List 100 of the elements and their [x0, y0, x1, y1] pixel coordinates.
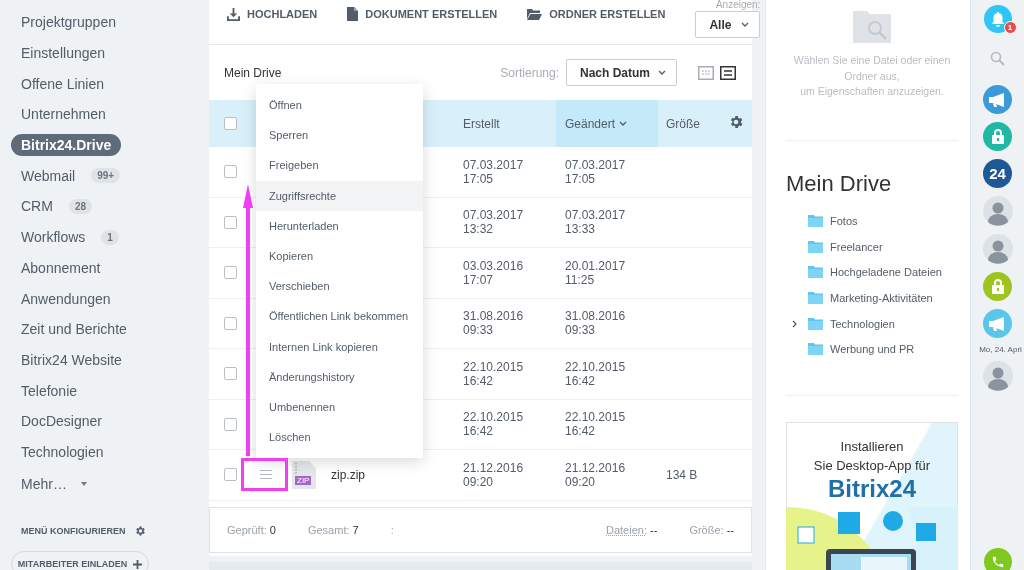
table-cell-text: 22.10.2015 16:42 [462, 359, 525, 388]
caret-icon [741, 22, 750, 27]
sidebar-item[interactable]: Workflows [11, 226, 96, 249]
ad-brand: Bitrix24 [827, 475, 916, 504]
sort-dropdown[interactable]: Nach Datum [566, 59, 677, 86]
expand-icon[interactable] [792, 319, 797, 328]
sidebar-item[interactable]: Einstellungen [11, 42, 116, 65]
menu-item[interactable]: Internen Link kopieren [256, 331, 423, 362]
menu-item[interactable]: Herunterladen [256, 210, 423, 241]
configure-menu-link[interactable]: MENÜ KONFIGURIEREN [21, 526, 126, 537]
menu-item[interactable]: Änderungshistory [256, 361, 423, 392]
sidebar-item[interactable]: DocDesigner [11, 410, 112, 433]
sidebar-item[interactable]: Bitrix24 Website [11, 348, 132, 371]
sidebar-item[interactable]: Unternehmen [11, 103, 116, 126]
summary-text: Geprüft: 0 [227, 523, 276, 536]
search-icon[interactable] [990, 51, 1005, 66]
menu-item[interactable]: Öffentlichen Link bekommen [256, 301, 423, 332]
app-logo[interactable]: 24 [983, 159, 1012, 188]
menu-item[interactable]: Kopieren [256, 240, 423, 272]
table-cell-text: 22.10.2015 16:42 [564, 359, 627, 388]
sidebar-item[interactable]: Abonnement [11, 256, 111, 279]
invite-button[interactable]: MITARBEITER EINLADEN [11, 551, 149, 570]
folder-icon [808, 215, 823, 228]
notifications-button[interactable] [983, 5, 1012, 33]
file-name[interactable]: zip.zip [331, 467, 365, 482]
more-link[interactable]: Mehr… [11, 472, 77, 495]
folder-link[interactable]: Fotos [830, 215, 858, 228]
sidebar-item[interactable]: Bitrix24.Drive [11, 134, 122, 157]
ad-headline: Installieren Sie Desktop-App für [813, 438, 931, 476]
row-checkbox[interactable] [224, 215, 237, 229]
select-all-checkbox[interactable] [224, 117, 237, 130]
ad-banner[interactable]: Installieren Sie Desktop-App für Bitrix24 [786, 422, 958, 570]
folder-link[interactable]: Technologien [830, 317, 895, 330]
menu-item[interactable]: Löschen [256, 422, 423, 453]
folder-link[interactable]: Werbung und PR [830, 343, 915, 356]
sidebar-item[interactable]: Offene Linien [11, 72, 115, 95]
upload-icon [227, 7, 240, 21]
highlight-frame [241, 458, 288, 491]
table-cell-text: 21.12.2016 09:20 [462, 460, 525, 489]
avatar[interactable] [982, 234, 1013, 264]
sidebar-item[interactable]: Projektgruppen [11, 11, 126, 34]
date-label: Mo, 24. Apri [979, 345, 1022, 354]
list-view-icon[interactable] [720, 65, 736, 80]
table-cell-text: 22.10.2015 16:42 [564, 410, 627, 439]
table-cell-text: 22.10.2015 16:42 [462, 410, 525, 439]
menu-item[interactable]: Verschieben [256, 271, 423, 302]
breadcrumb[interactable]: Mein Drive [224, 65, 282, 80]
avatar[interactable] [982, 361, 1013, 391]
menu-item[interactable]: Freigeben [256, 150, 423, 181]
folder-icon [527, 8, 543, 20]
row-checkbox[interactable] [224, 417, 237, 431]
toolbar-button[interactable]: HOCHLADEN [227, 7, 318, 21]
sidebar-item[interactable]: Anwendungen [11, 287, 121, 310]
document-icon [347, 7, 359, 21]
sidebar-item[interactable]: Webmail [11, 164, 86, 187]
bell-icon [990, 11, 1005, 27]
sidebar-item[interactable]: Zeit und Berichte [11, 318, 137, 341]
folder-link[interactable]: Marketing-Aktivitäten [830, 292, 933, 305]
column-header[interactable]: Größe [658, 100, 720, 147]
menu-icon [260, 470, 272, 480]
row-checkbox[interactable] [224, 165, 237, 179]
folder-search-icon [853, 11, 891, 43]
row-checkbox[interactable] [224, 367, 237, 381]
summary-text: Gesamt: 7 [307, 523, 359, 536]
filter-dropdown[interactable]: Alle [695, 11, 761, 38]
menu-item[interactable]: Öffnen [256, 90, 423, 121]
menu-item[interactable]: Umbenennen [256, 391, 423, 423]
folder-link[interactable]: Hochgeladene Dateien [830, 266, 942, 279]
toolbar-button[interactable]: ORDNER ERSTELLEN [527, 7, 666, 21]
sidebar-item[interactable]: CRM [11, 195, 63, 218]
hint-text: Wählen Sie eine Datei oder einen Ordner aus, um Eigenschaften anzuzeigen. [792, 53, 952, 99]
table-cell-text: 07.03.2017 17:05 [564, 157, 627, 186]
menu-item[interactable]: Sperren [256, 120, 423, 151]
row-checkbox[interactable] [224, 266, 237, 280]
column-header[interactable]: Geändert [556, 100, 658, 147]
lock-icon[interactable] [983, 272, 1012, 301]
phone-icon [990, 555, 1005, 570]
column-header[interactable]: Erstellt [455, 100, 556, 147]
avatar[interactable] [982, 196, 1013, 226]
folder-icon [808, 240, 823, 253]
lock-icon[interactable] [983, 122, 1012, 151]
table-cell-text: 31.08.2016 09:33 [462, 309, 525, 338]
table-cell-text: 07.03.2017 13:32 [462, 208, 525, 237]
megaphone-icon[interactable] [983, 85, 1012, 114]
row-checkbox[interactable] [224, 468, 237, 482]
summary-text: : [390, 523, 394, 536]
toolbar-button[interactable]: DOKUMENT ERSTELLEN [347, 7, 498, 21]
filter-label: Anzeigen: [715, 0, 761, 10]
table-cell: 134 B [666, 467, 698, 482]
folder-icon [808, 292, 823, 305]
sidebar-item[interactable]: Telefonie [11, 379, 88, 402]
grid-view-icon[interactable] [698, 65, 714, 80]
row-checkbox[interactable] [224, 316, 237, 330]
menu-item[interactable]: Zugriffsrechte [256, 180, 423, 211]
call-button[interactable] [983, 548, 1012, 570]
folder-link[interactable]: Freelancer [830, 240, 883, 253]
sidebar-item[interactable]: Technologien [11, 440, 114, 463]
settings-icon[interactable] [133, 525, 146, 538]
caret-icon [658, 70, 666, 75]
megaphone-icon[interactable] [983, 309, 1012, 338]
